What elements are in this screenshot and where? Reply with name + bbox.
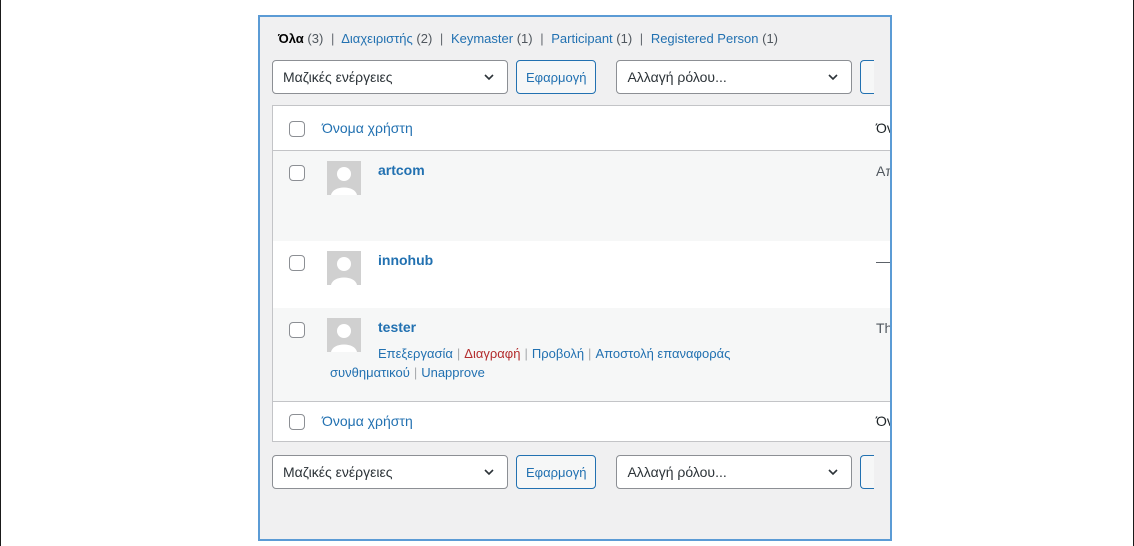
bottom-actions-bar: Μαζικές ενέργειες Εφαρμογή Αλλαγή ρόλου.… <box>272 454 875 490</box>
column-username-sort-bottom[interactable]: Όνομα χρήστη <box>322 413 413 429</box>
send-password-reset-link-cont[interactable]: συνθηματικού <box>330 365 410 380</box>
row-checkbox[interactable] <box>289 255 305 271</box>
column-name-header-bottom[interactable]: Όν <box>876 413 890 429</box>
filter-all-label[interactable]: Όλα <box>278 31 304 46</box>
chevron-down-icon <box>828 74 839 81</box>
filter-administrator[interactable]: Διαχειριστής <box>341 31 413 46</box>
filter-registered-person-count: (1) <box>762 31 778 46</box>
row-action-separator: | <box>413 365 418 380</box>
name-cell: Th <box>876 320 892 336</box>
row-action-separator: | <box>524 346 528 361</box>
avatar-placeholder-icon <box>327 251 361 285</box>
row-checkbox[interactable] <box>289 165 305 181</box>
table-footer-row: Όνομα χρήστη Όν <box>273 401 890 442</box>
row-checkbox[interactable] <box>289 322 305 338</box>
bulk-actions-select-bottom[interactable]: Μαζικές ενέργειες <box>272 455 508 489</box>
row-action-separator: | <box>588 346 592 361</box>
username-link[interactable]: tester <box>378 319 416 335</box>
chevron-down-icon <box>484 469 494 476</box>
unapprove-link[interactable]: Unapprove <box>421 365 485 380</box>
bulk-actions-value: Μαζικές ενέργειες <box>283 69 393 85</box>
column-username-sort[interactable]: Όνομα χρήστη <box>322 120 413 136</box>
users-panel: Όλα (3) | Διαχειριστής (2) | Keymaster (… <box>258 15 892 541</box>
apply-button-bottom[interactable]: Εφαρμογή <box>516 455 597 489</box>
username-link[interactable]: artcom <box>378 162 425 178</box>
change-role-button-bottom[interactable] <box>860 455 875 489</box>
change-role-select[interactable]: Αλλαγή ρόλου... <box>616 60 853 94</box>
filter-keymaster[interactable]: Keymaster <box>451 31 513 46</box>
username-link[interactable]: innohub <box>378 252 433 268</box>
bulk-actions-select[interactable]: Μαζικές ενέργειες <box>272 60 508 94</box>
table-row: innohub — <box>273 241 890 308</box>
select-all-checkbox[interactable] <box>289 121 305 137</box>
filter-registered-person[interactable]: Registered Person <box>651 31 759 46</box>
change-role-value: Αλλαγή ρόλου... <box>627 464 727 480</box>
send-password-reset-link[interactable]: Αποστολή επαναφοράς <box>595 346 730 361</box>
change-role-button[interactable] <box>860 60 875 94</box>
filter-keymaster-count: (1) <box>516 31 533 46</box>
role-filter-links: Όλα (3) | Διαχειριστής (2) | Keymaster (… <box>278 31 778 46</box>
filter-administrator-count: (2) <box>416 31 433 46</box>
filter-separator: | <box>330 31 335 46</box>
filter-participant-count: (1) <box>616 31 633 46</box>
select-all-checkbox-bottom[interactable] <box>289 414 305 430</box>
change-role-value: Αλλαγή ρόλου... <box>627 69 727 85</box>
filter-separator: | <box>439 31 444 46</box>
filter-all-count: (3) <box>307 31 324 46</box>
row-action-separator: | <box>456 346 461 361</box>
change-role-select-bottom[interactable]: Αλλαγή ρόλου... <box>616 455 853 489</box>
table-row: tester Επεξεργασία | Διαγραφή | Προβολή | Αποσ… <box>273 308 892 401</box>
name-cell: Απ <box>876 163 890 179</box>
chevron-down-icon <box>484 74 494 81</box>
table-header-row: Όνομα χρήστη Όν <box>273 106 890 151</box>
edit-link[interactable]: Επεξεργασία <box>378 346 453 361</box>
users-table: Όνομα χρήστη Όν artcom Απ innohub — test… <box>272 105 892 442</box>
apply-button[interactable]: Εφαρμογή <box>516 60 597 94</box>
filter-participant[interactable]: Participant <box>551 31 612 46</box>
column-name-header[interactable]: Όν <box>876 120 890 136</box>
delete-link[interactable]: Διαγραφή <box>464 346 520 361</box>
name-cell: — <box>876 253 890 269</box>
view-link[interactable]: Προβολή <box>532 346 584 361</box>
avatar <box>327 251 361 285</box>
table-row: artcom Απ <box>273 151 890 241</box>
bulk-actions-value: Μαζικές ενέργειες <box>283 464 393 480</box>
top-actions-bar: Μαζικές ενέργειες Εφαρμογή Αλλαγή ρόλου.… <box>272 59 875 95</box>
avatar <box>327 161 361 195</box>
filter-separator: | <box>639 31 644 46</box>
avatar-placeholder-icon <box>327 161 361 195</box>
row-actions: Επεξεργασία | Διαγραφή | Προβολή | Αποστολή επ… <box>330 344 800 382</box>
filter-separator: | <box>540 31 544 46</box>
chevron-down-icon <box>828 469 839 476</box>
